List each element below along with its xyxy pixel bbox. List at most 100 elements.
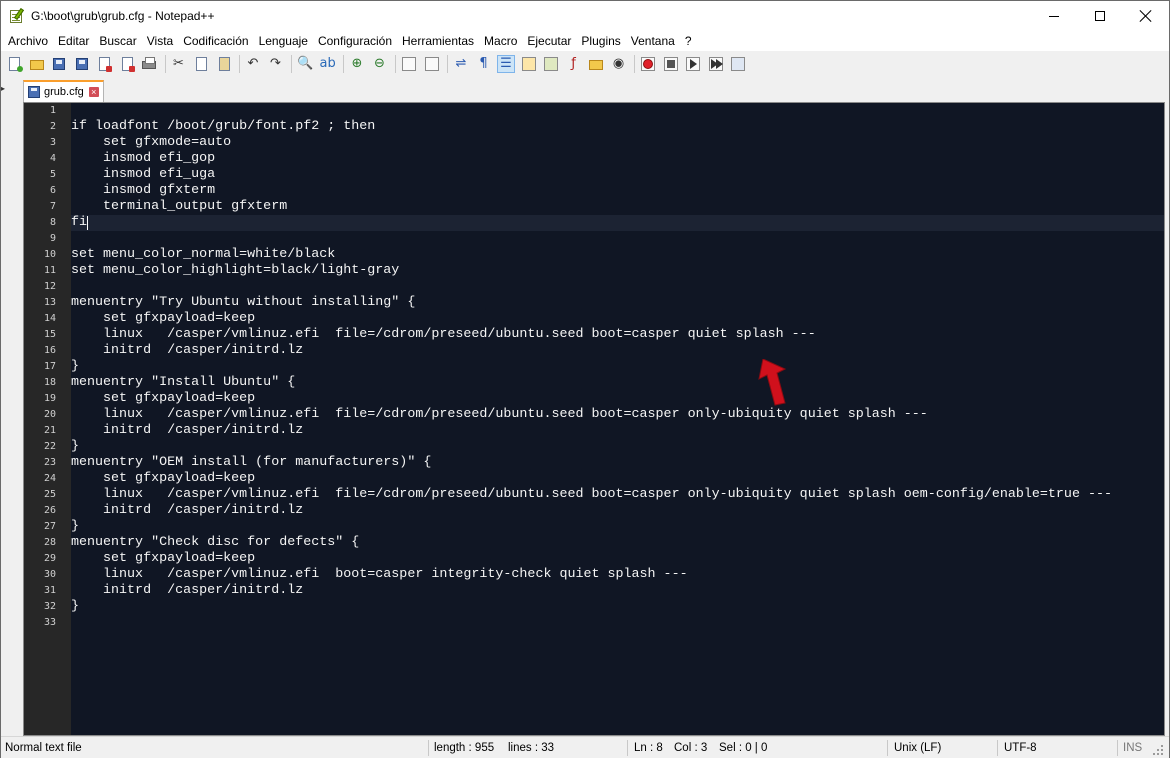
code-line[interactable]: 29 set gfxpayload=keep [44, 551, 1164, 567]
line-number: 31 [43, 585, 56, 596]
line-number: 30 [43, 569, 56, 580]
status-file-type: Normal text file [5, 742, 82, 754]
code-line[interactable]: 14 set gfxpayload=keep [44, 311, 1164, 327]
code-line[interactable]: 1 [50, 103, 1164, 119]
code-line[interactable]: 5 insmod efi_uga [50, 167, 1164, 183]
menu-buscar[interactable]: Buscar [94, 31, 141, 51]
code-line[interactable]: 31 initrd /casper/initrd.lz [44, 583, 1164, 599]
maximize-button[interactable] [1077, 1, 1123, 31]
menu-archivo[interactable]: Archivo [3, 31, 53, 51]
code-line[interactable]: 13 menuentry "Try Ubuntu without installi… [44, 295, 1164, 311]
menu-macro[interactable]: Macro [479, 31, 522, 51]
code-line[interactable]: 4 insmod efi_gop [50, 151, 1164, 167]
find-icon[interactable]: 🔍 [297, 56, 313, 72]
playback-macro-icon[interactable] [685, 56, 701, 72]
code-line-text: set menu_color_highlight=black/light-gra… [71, 263, 400, 278]
code-line[interactable]: 27} [44, 519, 1164, 535]
menu-configuracion[interactable]: Configuración [313, 31, 397, 51]
code-line[interactable]: 24 set gfxpayload=keep [44, 471, 1164, 487]
menu-ejecutar[interactable]: Ejecutar [522, 31, 576, 51]
close-window-button[interactable] [1123, 1, 1169, 31]
code-line[interactable]: 33 [44, 615, 1164, 631]
zoom-out-icon[interactable]: ⊖ [372, 56, 388, 72]
line-number: 17 [43, 361, 56, 372]
close-icon[interactable] [96, 56, 112, 72]
code-line-text: initrd /casper/initrd.lz [71, 583, 304, 598]
open-file-icon[interactable] [29, 56, 45, 72]
code-line[interactable]: 11 set menu_color_highlight=black/light-g… [44, 263, 1164, 279]
code-line[interactable]: 22} [44, 439, 1164, 455]
code-line-text: } [71, 439, 80, 454]
cut-icon[interactable]: ✂ [171, 56, 187, 72]
menu-editar[interactable]: Editar [53, 31, 94, 51]
save-all-icon[interactable] [74, 56, 90, 72]
tab-scroll-arrow-icon[interactable]: ▸ [1, 84, 9, 94]
code-line[interactable]: 25 linux /casper/vmlinuz.efi file=/cdrom… [44, 487, 1164, 503]
undo-icon[interactable]: ↶ [245, 56, 261, 72]
code-line[interactable]: 28 menuentry "Check disc for defects" { [44, 535, 1164, 551]
code-line-text: menuentry "Try Ubuntu without installing… [71, 295, 416, 310]
resize-grip-icon[interactable] [1151, 743, 1165, 757]
code-line[interactable]: 2 if loadfont /boot/grub/font.pf2 ; then [50, 119, 1164, 135]
menu-ventana[interactable]: Ventana [626, 31, 680, 51]
code-line[interactable]: 23 menuentry "OEM install (for manufactur… [44, 455, 1164, 471]
code-line[interactable]: 21 initrd /casper/initrd.lz [44, 423, 1164, 439]
minimize-button[interactable] [1031, 1, 1077, 31]
menu-codificacion[interactable]: Codificación [178, 31, 253, 51]
editor[interactable]: 1 2 if loadfont /boot/grub/font.pf2 ; then… [23, 102, 1165, 736]
record-macro-icon[interactable] [640, 56, 656, 72]
paste-icon[interactable] [216, 56, 232, 72]
code-line[interactable]: 19 set gfxpayload=keep [44, 391, 1164, 407]
code-line[interactable]: 7 terminal_output gfxterm [50, 199, 1164, 215]
print-icon[interactable] [141, 56, 157, 72]
code-line[interactable]: 17} [44, 359, 1164, 375]
menu-plugins[interactable]: Plugins [576, 31, 625, 51]
menu-help[interactable]: ? [680, 31, 697, 51]
replace-icon[interactable]: ab [320, 56, 336, 72]
code-line[interactable]: 26 initrd /casper/initrd.lz [44, 503, 1164, 519]
indent-guide-icon[interactable]: ☰ [497, 54, 515, 73]
toolbar-separator [291, 54, 292, 73]
status-eol: Unix (LF) [894, 742, 942, 754]
code-area[interactable]: 1 2 if loadfont /boot/grub/font.pf2 ; then… [44, 103, 1164, 735]
user-defined-language-icon[interactable] [521, 56, 537, 72]
sync-horizontal-icon[interactable] [424, 56, 440, 72]
close-all-icon[interactable] [119, 56, 135, 72]
code-line[interactable]: 20 linux /casper/vmlinuz.efi file=/cdrom… [44, 407, 1164, 423]
code-line[interactable]: 12 [44, 279, 1164, 295]
show-all-characters-icon[interactable]: ¶ [476, 56, 492, 72]
menu-herramientas[interactable]: Herramientas [397, 31, 479, 51]
line-number: 14 [43, 313, 56, 324]
sync-vertical-icon[interactable] [401, 56, 417, 72]
code-line-text: terminal_output gfxterm [71, 199, 288, 214]
new-file-icon[interactable] [6, 56, 23, 72]
line-number: 25 [43, 489, 56, 500]
stop-recording-icon[interactable] [663, 56, 679, 72]
code-line[interactable]: 30 linux /casper/vmlinuz.efi boot=casper… [44, 567, 1164, 583]
tab-close-icon[interactable]: × [88, 87, 99, 97]
code-line[interactable]: 18 menuentry "Install Ubuntu" { [44, 375, 1164, 391]
folder-as-workspace-icon[interactable] [588, 56, 604, 72]
code-line-text: set gfxmode=auto [71, 135, 232, 150]
save-icon[interactable] [51, 56, 67, 72]
code-line[interactable]: 6 insmod gfxterm [50, 183, 1164, 199]
word-wrap-icon[interactable]: ⇌ [453, 56, 469, 72]
zoom-in-icon[interactable]: ⊕ [349, 56, 365, 72]
run-macro-multiple-icon[interactable] [708, 56, 724, 72]
function-list-icon[interactable]: ƒ [566, 56, 582, 72]
copy-icon[interactable] [193, 56, 209, 72]
menu-lenguaje[interactable]: Lenguaje [254, 31, 313, 51]
save-macro-icon[interactable] [730, 56, 746, 72]
code-line[interactable]: 10 set menu_color_normal=white/black [44, 247, 1164, 263]
menu-vista[interactable]: Vista [142, 31, 178, 51]
code-line[interactable]: 9 [50, 231, 1164, 247]
tab-grub-cfg[interactable]: grub.cfg × [23, 80, 104, 102]
code-line[interactable]: 8 fi [50, 215, 1164, 231]
document-map-icon[interactable] [543, 56, 559, 72]
code-line[interactable]: 32} [44, 599, 1164, 615]
code-line[interactable]: 16 initrd /casper/initrd.lz [44, 343, 1164, 359]
redo-icon[interactable]: ↷ [268, 56, 284, 72]
code-line[interactable]: 3 set gfxmode=auto [50, 135, 1164, 151]
code-line[interactable]: 15 linux /casper/vmlinuz.efi file=/cdrom… [44, 327, 1164, 343]
monitoring-icon[interactable]: ◉ [611, 56, 627, 72]
